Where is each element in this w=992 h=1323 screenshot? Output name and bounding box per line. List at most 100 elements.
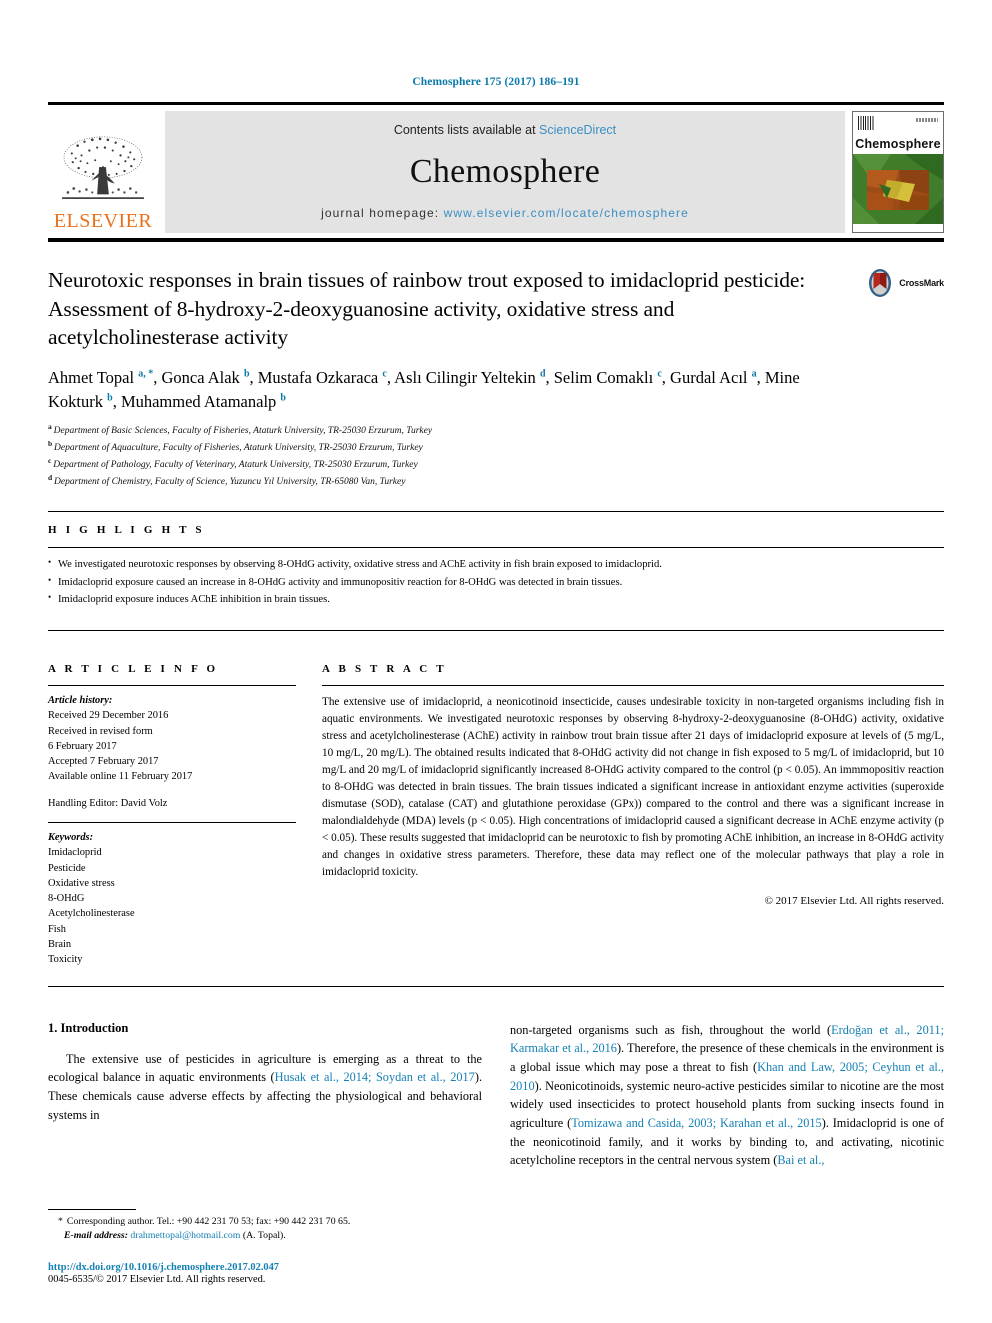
article-info-heading: A R T I C L E I N F O [48, 662, 219, 675]
author-affiliation-mark: b [243, 368, 250, 380]
keywords-block: Keywords: Imidacloprid Pesticide Oxidative… [48, 821, 296, 968]
body-columns: 1. Introduction The extensive use of pes… [48, 1021, 944, 1171]
cover-header [853, 112, 943, 136]
affiliation-item: a Department of Basic Sciences, Faculty … [48, 421, 944, 438]
keywords-list: Imidacloprid Pesticide Oxidative stress 8-O… [48, 845, 296, 967]
highlight-item: Imidacloprid exposure caused an increase… [48, 573, 944, 591]
journal-cover-thumbnail: Chemosphere [852, 111, 944, 233]
abstract-text: The extensive use of imidacloprid, a neo… [322, 695, 944, 879]
info-top-rule [48, 629, 944, 631]
intro-paragraph-right: non-targeted organisms such as fish, thr… [510, 1021, 944, 1171]
abstract-column: A B S T R A C T The extensive use of imi… [322, 651, 944, 968]
article-history-line: Accepted 7 February 2017 [48, 756, 159, 768]
corresponding-author-text: Corresponding author. Tel.: +90 442 231 … [66, 1215, 351, 1227]
cover-artwork [853, 154, 943, 224]
email-link[interactable]: drahmettopal@hotmail.com [130, 1230, 240, 1241]
author-name: Gurdal Acıl [670, 367, 752, 387]
affiliation-text: Department of Pathology, Faculty of Vete… [53, 460, 418, 471]
author-affiliation-mark: a [751, 368, 757, 380]
author-name: Selim Comaklı [553, 367, 658, 387]
article-info-rule [48, 684, 296, 686]
barcode-icon [858, 116, 875, 130]
corresponding-author-note: * Corresponding author. Tel.: +90 442 231… [48, 1215, 482, 1230]
journal-homepage-line: journal homepage: www.elsevier.com/locat… [321, 206, 689, 220]
keyword-item: Pesticide [48, 862, 86, 874]
keyword-item: Acetylcholinesterase [48, 908, 135, 920]
article-info-column: A R T I C L E I N F O Article history: R… [48, 651, 296, 968]
email-suffix: (A. Topal). [240, 1230, 286, 1242]
crossmark-badge[interactable]: CrossMark [865, 268, 944, 298]
handling-editor: Handling Editor: David Volz [48, 797, 168, 809]
doi-block: http://dx.doi.org/10.1016/j.chemosphere.… [48, 1262, 482, 1285]
keyword-item: Oxidative stress [48, 877, 115, 889]
contents-available-line: Contents lists available at ScienceDirec… [394, 123, 616, 137]
author-name: Ahmet Topal [48, 367, 139, 387]
affiliation-text: Department of Basic Sciences, Faculty of… [53, 425, 433, 436]
affiliation-item: d Department of Chemistry, Faculty of Sc… [48, 472, 944, 489]
intro-paragraph-left: The extensive use of pesticides in agric… [48, 1050, 482, 1125]
contents-prefix: Contents lists available at [393, 123, 540, 137]
author-affiliation-mark: c [657, 368, 662, 380]
journal-homepage-url[interactable]: www.elsevier.com/locate/chemosphere [444, 206, 689, 220]
crossmark-label: CrossMark [899, 278, 944, 288]
cover-issn-text [916, 118, 938, 122]
author-name: Aslı Cilingir Yeltekin [394, 367, 540, 387]
author-name: Muhammed Atamanalp [120, 391, 281, 411]
issn-copyright: 0045-6535/© 2017 Elsevier Ltd. All right… [48, 1274, 266, 1285]
info-abstract-wrap: A R T I C L E I N F O Article history: R… [48, 651, 944, 968]
keywords-heading: Keywords: [48, 831, 94, 843]
crossmark-icon [869, 269, 892, 297]
abstract-copyright: © 2017 Elsevier Ltd. All rights reserved… [764, 895, 944, 908]
highlight-item: We investigated neurotoxic responses by … [48, 555, 944, 573]
doi-link[interactable]: http://dx.doi.org/10.1016/j.chemosphere.… [48, 1262, 482, 1273]
footnote-area: * Corresponding author. Tel.: +90 442 231… [48, 1208, 482, 1285]
elsevier-wordmark: ELSEVIER [53, 210, 153, 232]
affiliation-text: Department of Aquaculture, Faculty of Fi… [54, 442, 423, 453]
highlights-rule [48, 547, 944, 549]
affiliation-item: b Department of Aquaculture, Faculty of … [48, 438, 944, 455]
article-history-lines: Received 29 December 2016 Received in rev… [48, 708, 296, 784]
footnote-star: * [58, 1215, 63, 1227]
elsevier-logo: ELSEVIER [48, 111, 158, 233]
author-affiliation-mark: b [107, 392, 113, 404]
body-column-left: 1. Introduction The extensive use of pes… [48, 1021, 482, 1171]
running-head: Chemosphere 175 (2017) 186–191 [412, 76, 580, 88]
body-column-right: non-targeted organisms such as fish, thr… [510, 1021, 944, 1171]
keyword-item: Brain [48, 939, 72, 951]
paper-page: Chemosphere 175 (2017) 186–191 ELSEVIER … [0, 0, 992, 1323]
article-history-line: Available online 11 February 2017 [48, 771, 193, 783]
keyword-item: 8-OHdG [48, 893, 85, 905]
masthead-center: Contents lists available at ScienceDirec… [165, 111, 845, 233]
citation-link[interactable]: Bai et al., [777, 1153, 824, 1167]
page-title: Neurotoxic responses in brain tissues of… [48, 268, 806, 350]
highlights-heading: H I G H L I G H T S [48, 524, 205, 537]
cover-footer-strip [853, 224, 943, 232]
author-affiliation-mark: b [280, 392, 286, 404]
keyword-item: Fish [48, 923, 66, 935]
affiliation-text: Department of Chemistry, Faculty of Scie… [54, 477, 406, 488]
author-list: Ahmet Topal a, *, Gonca Alak b, Mustafa … [48, 367, 800, 411]
highlights-top-rule [48, 511, 944, 513]
highlights-list: We investigated neurotoxic responses by … [48, 555, 944, 608]
article-history-line: 6 February 2017 [48, 740, 117, 752]
email-label: E-mail address: [64, 1230, 128, 1242]
footnote-rule [48, 1208, 136, 1210]
title-block: Neurotoxic responses in brain tissues of… [48, 266, 944, 489]
highlight-item: Imidacloprid exposure induces AChE inhib… [48, 590, 944, 608]
introduction-heading: 1. Introduction [48, 1020, 129, 1035]
author-name: Gonca Alak [161, 367, 244, 387]
author-affiliation-mark: a, * [138, 368, 154, 380]
citation-link[interactable]: Tomizawa and Casida, 2003; Karahan et al… [571, 1116, 821, 1130]
affiliation-list: a Department of Basic Sciences, Faculty … [48, 421, 944, 490]
article-history-line: Received in revised form [48, 725, 153, 737]
abstract-bottom-rule [48, 985, 944, 987]
article-history-line: Received 29 December 2016 [48, 710, 169, 722]
author-affiliation-mark: d [539, 368, 546, 380]
citation-link[interactable]: Husak et al., 2014; Soydan et al., 2017 [275, 1070, 475, 1084]
abstract-rule [322, 684, 944, 686]
journal-title: Chemosphere [409, 152, 601, 190]
author-affiliation-mark: c [382, 368, 387, 380]
keyword-item: Toxicity [48, 954, 83, 966]
keyword-item: Imidacloprid [48, 847, 102, 859]
sciencedirect-link[interactable]: ScienceDirect [539, 123, 616, 137]
